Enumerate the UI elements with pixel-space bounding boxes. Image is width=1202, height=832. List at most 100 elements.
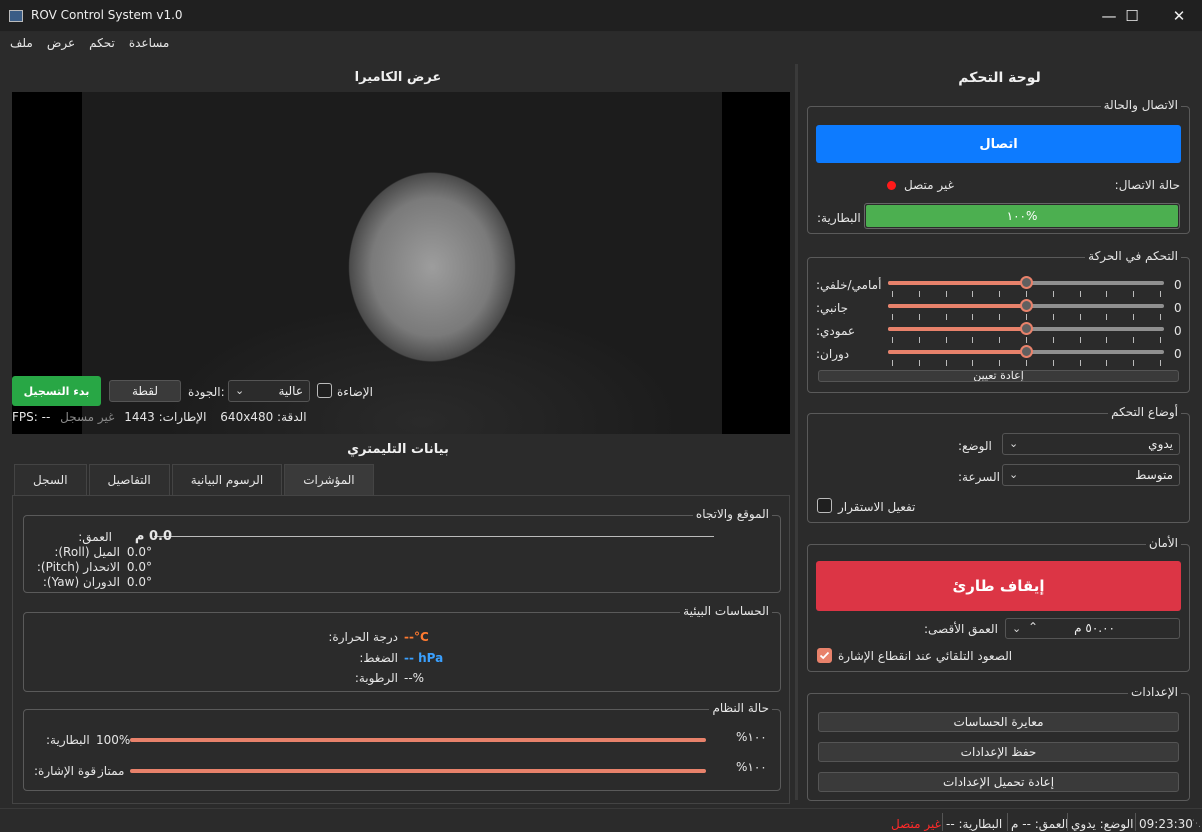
spin-up-icon[interactable]: ⌃ <box>1028 620 1038 634</box>
connection-group: الاتصال والحالة اتصال حالة الاتصال: غير … <box>807 98 1190 234</box>
title-bar: ROV Control System v1.0 — ☐ ✕ <box>0 0 1202 32</box>
quality-select[interactable]: عالية ⌄ <box>228 380 310 402</box>
connection-battery-bar: ١٠٠% <box>864 203 1180 229</box>
position-group-title: الموقع والاتجاه <box>692 507 772 521</box>
system-group: حالة النظام البطارية: 100% ١٠٠% قوة الإش… <box>23 701 781 791</box>
motion-slider-handle[interactable] <box>1020 276 1033 289</box>
humidity-value: --% <box>404 671 425 685</box>
motion-slider-fill <box>888 350 1028 354</box>
stabilize-checkbox[interactable] <box>817 498 832 513</box>
connection-group-title: الاتصال والحالة <box>1100 98 1181 112</box>
control-heading: لوحة التحكم <box>958 70 1041 86</box>
snapshot-button[interactable]: لقطة <box>109 380 181 402</box>
motion-slider-fill <box>888 304 1028 308</box>
position-group: الموقع والاتجاه 0.0 م العمق: 0.0° الميل … <box>23 507 781 593</box>
motion-slider-value: 0 <box>1174 278 1182 292</box>
status-separator <box>1135 813 1136 831</box>
motion-slider-ticks <box>892 337 1161 343</box>
quality-value: عالية <box>278 384 303 398</box>
status-dot-icon <box>887 181 896 190</box>
camera-status-line: FPS: -- الدقة: 640x480 الإطارات: 1443 غي… <box>12 410 412 426</box>
resize-grip-icon[interactable]: ⋰ <box>1192 819 1201 829</box>
status-separator <box>1067 813 1068 831</box>
motion-slider-label: دوران: <box>816 347 850 361</box>
roll-value: 0.0° <box>126 545 152 559</box>
motion-slider-ticks <box>892 291 1161 297</box>
camera-heading: عرض الكاميرا <box>354 70 442 85</box>
motion-slider-value: 0 <box>1174 347 1182 361</box>
connect-button[interactable]: اتصال <box>816 125 1181 163</box>
motion-slider-ticks <box>892 314 1161 320</box>
calibrate-button[interactable]: معايرة الحساسات <box>818 712 1179 732</box>
status-separator <box>942 813 943 831</box>
sys-battery-bar-text: ١٠٠% <box>736 730 767 744</box>
signal-bar-text: ١٠٠% <box>736 760 767 774</box>
status-time: 09:23:30 <box>1139 817 1193 831</box>
signal-label: قوة الإشارة: <box>34 764 97 778</box>
motion-slider-fill <box>888 281 1028 285</box>
motion-group-title: التحكم في الحركة <box>1085 249 1181 263</box>
yaw-label: الدوران (Yaw): <box>42 575 120 589</box>
maximize-button[interactable]: ☐ <box>1109 0 1155 32</box>
humidity-label: الرطوبة: <box>354 671 398 685</box>
chevron-down-icon: ⌄ <box>235 384 245 397</box>
connection-status-value: غير متصل <box>904 178 954 192</box>
motion-slider-handle[interactable] <box>1020 345 1033 358</box>
motion-slider[interactable] <box>888 299 1164 312</box>
status-mode: الوضع: يدوي <box>1071 817 1134 831</box>
motion-slider[interactable] <box>888 322 1164 335</box>
stabilize-label: تفعيل الاستقرار <box>838 500 916 514</box>
depth-value: 0.0 م <box>134 529 172 544</box>
env-group-title: الحساسات البيئية <box>680 604 772 618</box>
motion-slider-label: أمامي/خلفي: <box>816 278 882 292</box>
motion-slider-value: 0 <box>1174 301 1182 315</box>
modes-group: أوضاع التحكم الوضع: يدوي ⌄ السرعة: متوسط… <box>807 405 1190 523</box>
connection-battery-text: ١٠٠% <box>1006 209 1038 223</box>
max-depth-spinbox[interactable]: ٥٠.٠٠ م ⌃ ⌄ <box>1005 618 1180 639</box>
indicators-pane: الموقع والاتجاه 0.0 م العمق: 0.0° الميل … <box>12 495 790 804</box>
motion-slider[interactable] <box>888 345 1164 358</box>
temperature-label: درجة الحرارة: <box>328 630 398 644</box>
frames-readout: الإطارات: 1443 <box>124 410 207 424</box>
depth-line <box>154 536 714 537</box>
env-group: الحساسات البيئية --°C درجة الحرارة: -- h… <box>23 604 781 692</box>
chevron-down-icon: ⌄ <box>1009 437 1019 450</box>
tab-indicators[interactable]: المؤشرات <box>284 464 374 495</box>
save-settings-button[interactable]: حفظ الإعدادات <box>818 742 1179 762</box>
check-icon <box>819 651 830 660</box>
record-button[interactable]: بدء التسجيل <box>12 376 101 406</box>
motion-slider-handle[interactable] <box>1020 299 1033 312</box>
yaw-value: 0.0° <box>126 575 152 589</box>
tab-charts[interactable]: الرسوم البيانية <box>171 464 283 495</box>
mode-select[interactable]: يدوي ⌄ <box>1002 433 1180 455</box>
motion-slider-fill <box>888 327 1028 331</box>
pressure-label: الضغط: <box>359 651 398 665</box>
connection-status-label: حالة الاتصال: <box>1114 178 1180 192</box>
auto-surface-checkbox[interactable] <box>817 648 832 663</box>
menu-help[interactable]: مساعدة <box>122 32 177 56</box>
tab-log[interactable]: السجل <box>14 464 87 495</box>
motion-slider-handle[interactable] <box>1020 322 1033 335</box>
chevron-down-icon: ⌄ <box>1009 468 1019 481</box>
motion-slider[interactable] <box>888 276 1164 289</box>
close-button[interactable]: ✕ <box>1156 0 1202 32</box>
status-separator <box>1007 813 1008 831</box>
settings-group-title: الإعدادات <box>1128 685 1181 699</box>
sys-battery-bar <box>130 738 706 742</box>
spin-down-icon[interactable]: ⌄ <box>1012 622 1021 635</box>
speed-select[interactable]: متوسط ⌄ <box>1002 464 1180 486</box>
light-checkbox[interactable] <box>317 383 332 398</box>
settings-group: الإعدادات معايرة الحساسات حفظ الإعدادات … <box>807 685 1190 801</box>
signal-bar <box>130 769 706 773</box>
pane-splitter[interactable] <box>795 64 798 800</box>
reset-motion-button[interactable]: إعادة تعيين <box>818 370 1179 382</box>
menu-control[interactable]: تحكم <box>82 32 122 56</box>
emergency-stop-button[interactable]: إيقاف طارئ <box>816 561 1181 611</box>
depth-label: العمق: <box>78 530 112 544</box>
status-depth: العمق: -- م <box>1011 817 1069 831</box>
menu-view[interactable]: عرض <box>40 32 82 56</box>
reload-settings-button[interactable]: إعادة تحميل الإعدادات <box>818 772 1179 792</box>
window-title: ROV Control System v1.0 <box>31 8 183 22</box>
menu-file[interactable]: ملف <box>3 32 40 56</box>
tab-details[interactable]: التفاصيل <box>88 464 170 495</box>
